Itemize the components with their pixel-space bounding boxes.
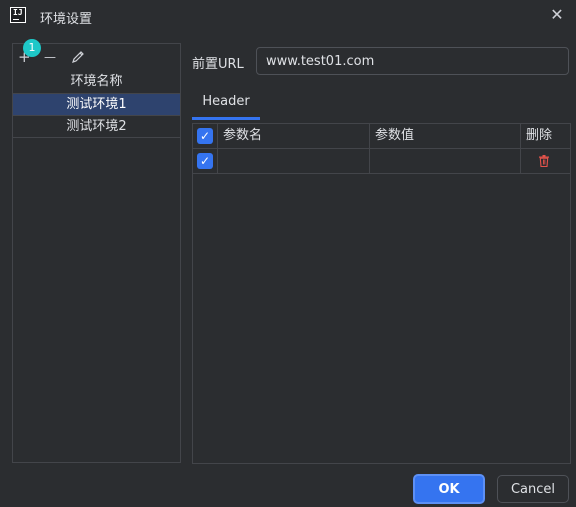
column-header-name: 参数名 [218, 124, 370, 149]
app-logo-icon: IJ [10, 7, 26, 23]
close-icon[interactable]: ✕ [548, 6, 566, 24]
row-checkbox-cell: ✓ [193, 149, 218, 174]
column-header-value: 参数值 [370, 124, 521, 149]
ok-button[interactable]: OK [413, 474, 485, 504]
select-all-checkbox[interactable]: ✓ [197, 128, 213, 144]
window-title: 环境设置 [40, 12, 93, 27]
annotation-badge-1: 1 [23, 39, 41, 57]
env-list-item[interactable]: 测试环境2 [13, 115, 180, 138]
tab-header-label: Header [202, 94, 250, 109]
tab-header[interactable]: Header [192, 88, 260, 120]
minus-icon[interactable]: — [44, 49, 56, 65]
active-tab-indicator [192, 117, 260, 120]
cancel-button[interactable]: Cancel [497, 475, 569, 503]
trash-icon[interactable] [539, 155, 549, 167]
param-name-cell[interactable] [218, 149, 370, 174]
column-header-delete: 删除 [521, 124, 570, 149]
pencil-icon[interactable] [71, 50, 85, 67]
row-checkbox[interactable]: ✓ [197, 153, 213, 169]
url-label: 前置URL [192, 57, 244, 72]
params-table: ✓ 参数名 参数值 删除 ✓ [192, 123, 571, 464]
delete-cell [521, 149, 570, 174]
environment-list-panel: + — 环境名称 测试环境1 测试环境2 [12, 43, 181, 463]
title-bar: IJ 环境设置 ✕ [0, 0, 576, 32]
env-column-header: 环境名称 [70, 74, 123, 89]
url-input[interactable] [256, 47, 569, 75]
env-list-item[interactable]: 测试环境1 [13, 93, 180, 115]
param-value-cell[interactable] [370, 149, 521, 174]
header-checkbox-cell: ✓ [193, 124, 218, 149]
